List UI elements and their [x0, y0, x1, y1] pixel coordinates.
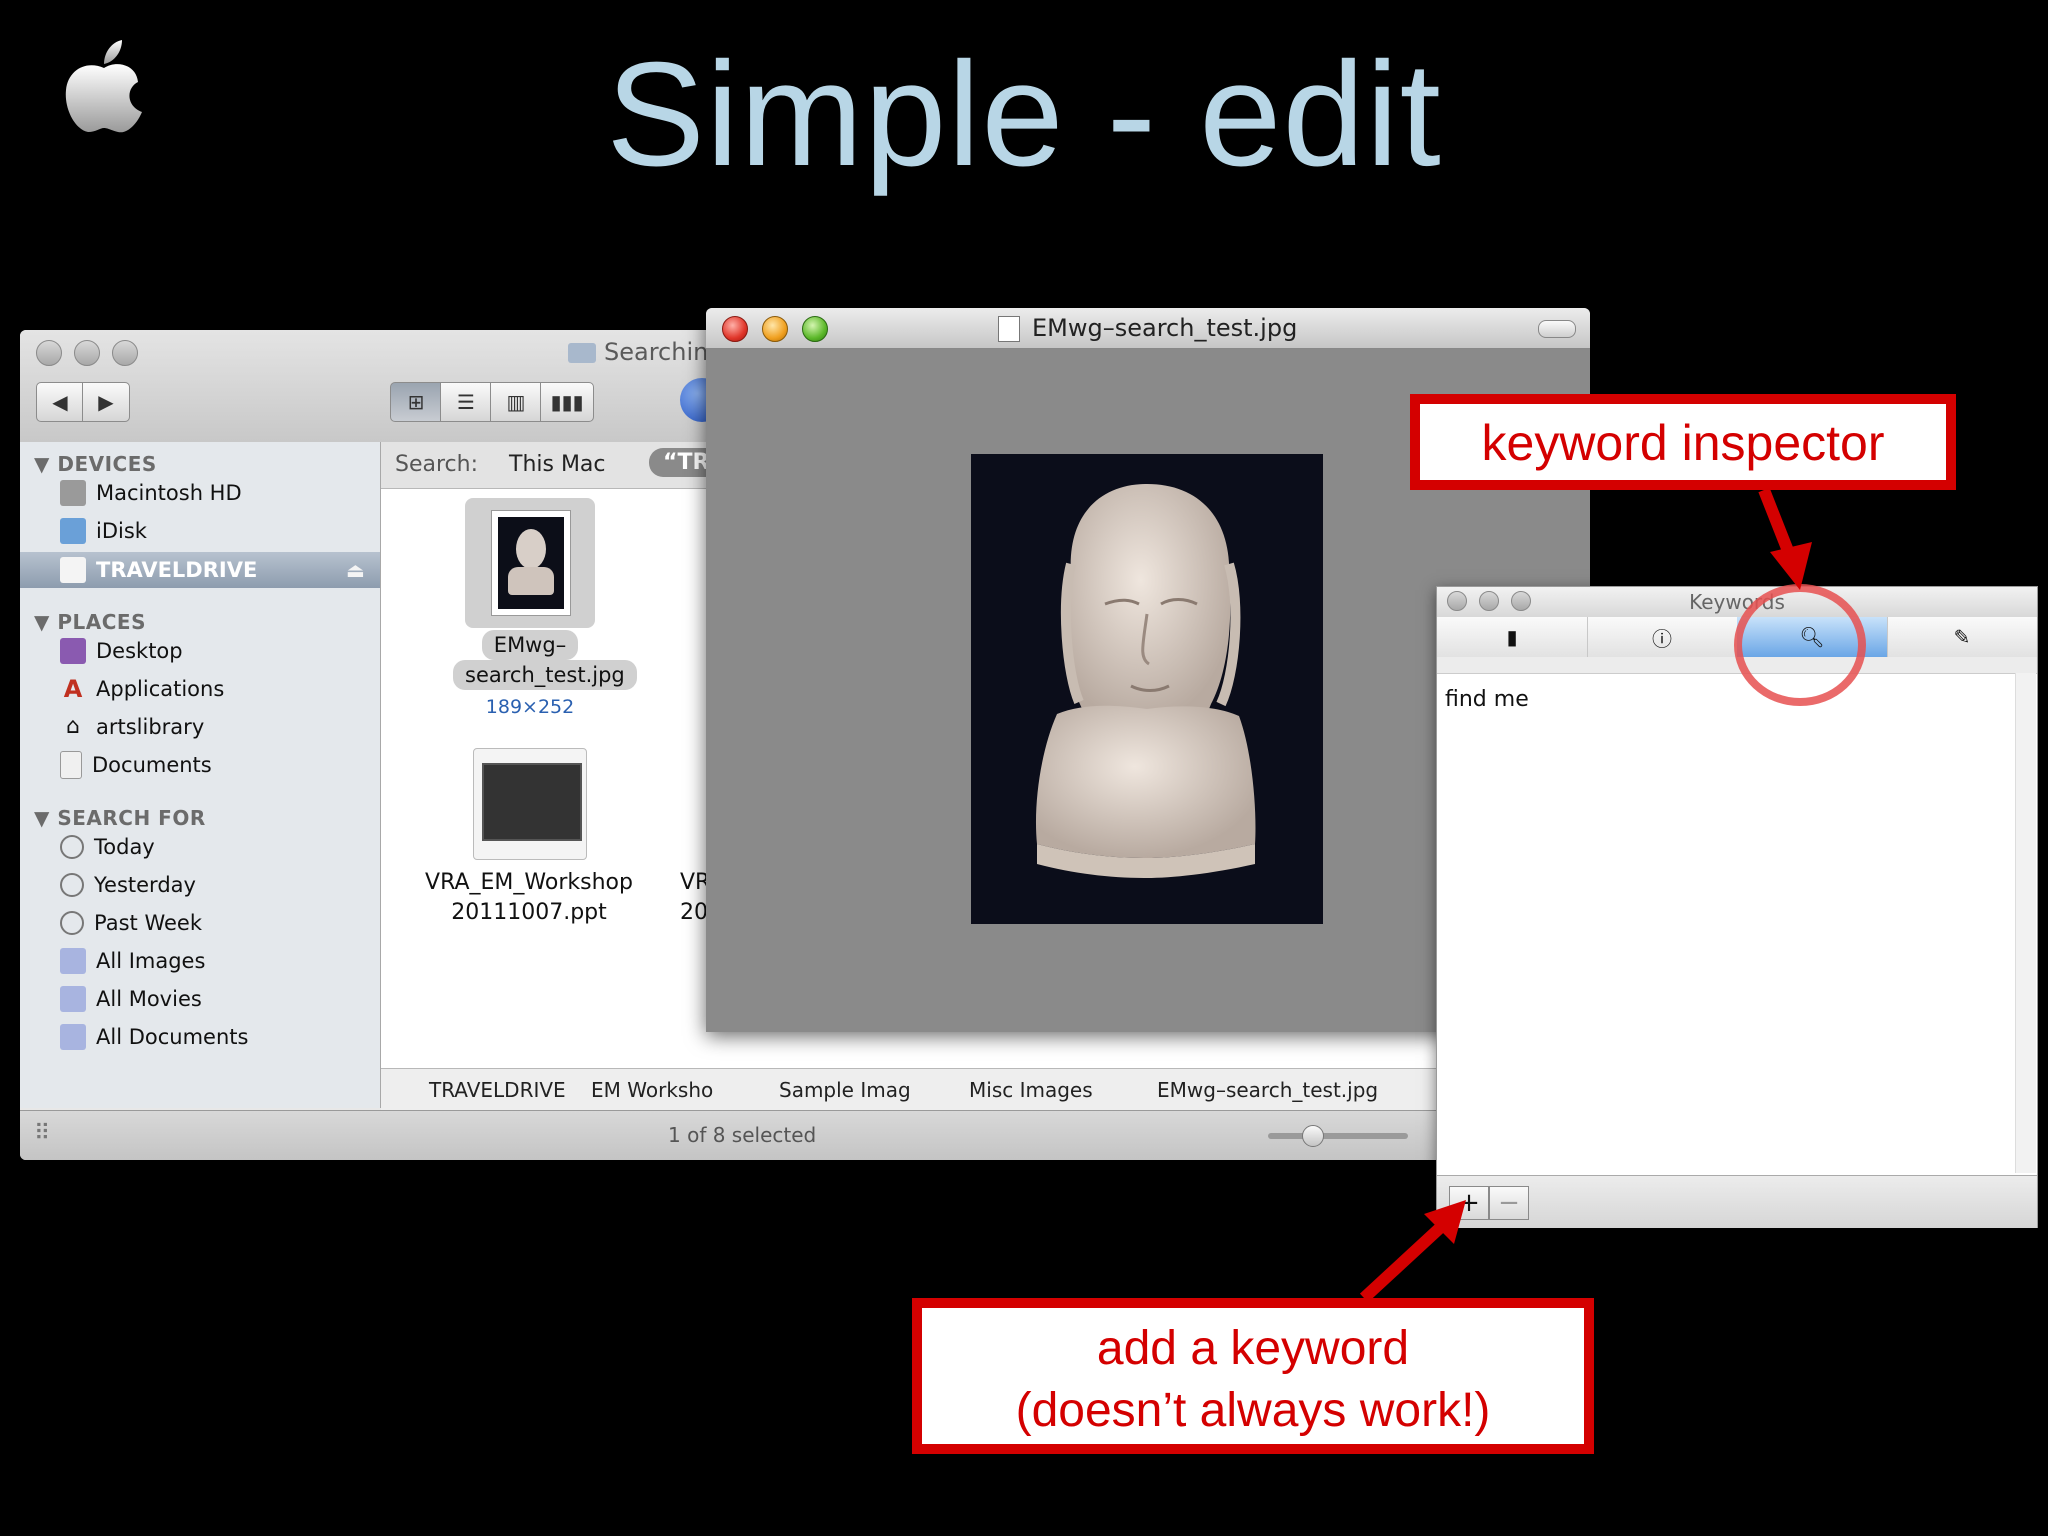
callout-arrows — [1359, 487, 1812, 1303]
arrow-to-inspector-tab — [1758, 487, 1812, 590]
arrow-to-add-button — [1359, 1200, 1466, 1303]
